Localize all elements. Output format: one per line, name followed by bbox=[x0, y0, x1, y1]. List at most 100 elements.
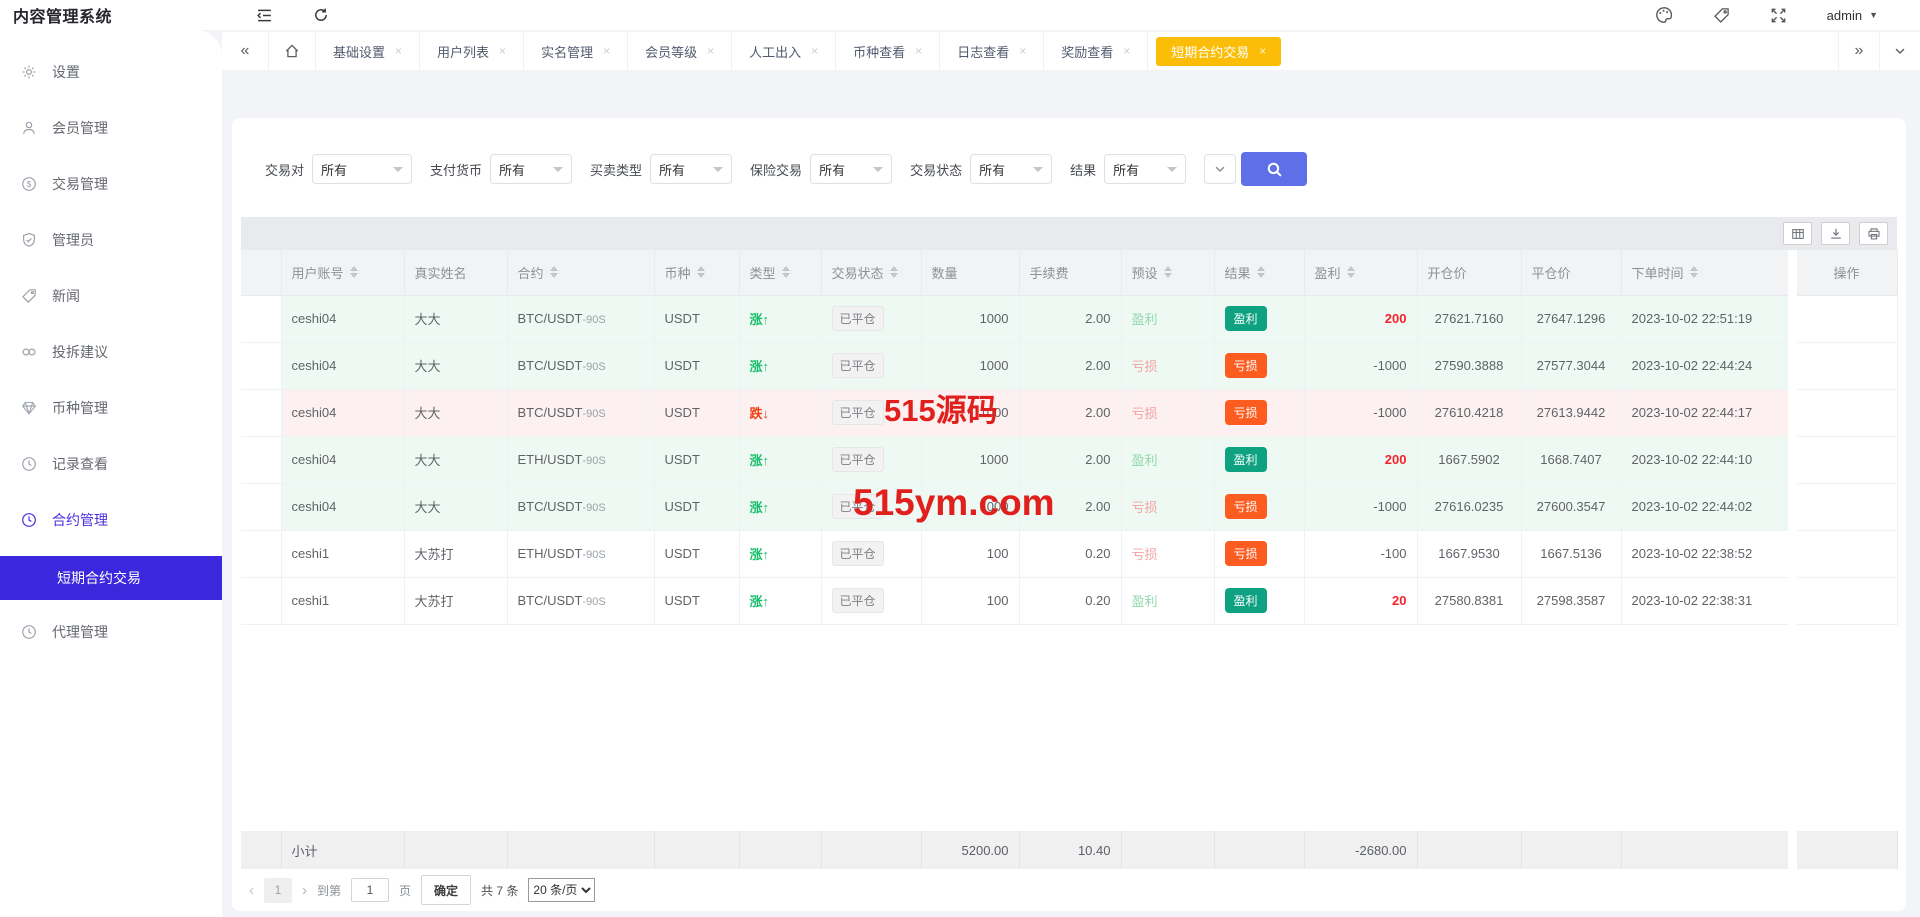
column-header[interactable]: 用户账号 bbox=[281, 250, 404, 295]
fullscreen-icon[interactable] bbox=[1770, 7, 1787, 24]
column-header-label: 预设 bbox=[1132, 263, 1158, 282]
sidebar-item[interactable]: 新闻 bbox=[0, 276, 222, 316]
tabs-collapse-right-button[interactable]: » bbox=[1838, 32, 1879, 70]
home-tab-button[interactable] bbox=[269, 32, 316, 70]
chevron-down-icon bbox=[1213, 162, 1227, 176]
tab-close-icon[interactable]: × bbox=[1123, 44, 1130, 58]
cell-real-name: 大大 bbox=[404, 389, 507, 436]
tab-item[interactable]: 奖励查看× bbox=[1044, 32, 1148, 70]
tab-item[interactable]: 日志查看× bbox=[940, 32, 1044, 70]
column-header[interactable]: 结果 bbox=[1214, 250, 1304, 295]
tab-close-icon[interactable]: × bbox=[499, 44, 506, 58]
column-header[interactable]: 盈利 bbox=[1304, 250, 1417, 295]
filter-select[interactable]: 所有 bbox=[312, 154, 412, 184]
tab-item[interactable]: 实名管理× bbox=[524, 32, 628, 70]
tab-item[interactable]: 基础设置× bbox=[316, 32, 420, 70]
sidebar-item[interactable]: $交易管理 bbox=[0, 164, 222, 204]
next-page-button[interactable]: › bbox=[302, 882, 307, 899]
filter-select[interactable]: 所有 bbox=[650, 154, 732, 184]
sort-icon[interactable] bbox=[1164, 266, 1172, 278]
cell-quantity: 100 bbox=[921, 530, 1019, 577]
sidebar-item[interactable]: 会员管理 bbox=[0, 108, 222, 148]
menu-fold-icon[interactable] bbox=[256, 7, 273, 24]
sort-icon[interactable] bbox=[782, 266, 790, 278]
tab-item[interactable]: 币种查看 × bbox=[836, 32, 940, 70]
tab-item[interactable]: 会员等级 × bbox=[628, 32, 732, 70]
sort-icon[interactable] bbox=[550, 266, 558, 278]
tabs-more-button[interactable] bbox=[1879, 32, 1920, 70]
goto-page-input[interactable] bbox=[351, 878, 389, 902]
filter-select[interactable]: 所有 bbox=[490, 154, 572, 184]
subtotal-cell bbox=[1792, 831, 1897, 869]
tab-close-icon[interactable]: × bbox=[603, 44, 610, 58]
cell-real-name: 大大 bbox=[404, 342, 507, 389]
sort-icon[interactable] bbox=[697, 266, 705, 278]
column-header[interactable]: 下单时间 bbox=[1621, 250, 1792, 295]
subtotal-profit: -2680.00 bbox=[1304, 831, 1417, 869]
sidebar-item[interactable]: 记录查看 bbox=[0, 444, 222, 484]
filter-select[interactable]: 所有 bbox=[810, 154, 892, 184]
refresh-icon[interactable] bbox=[313, 7, 329, 23]
clock-icon bbox=[21, 456, 37, 472]
tab-close-icon[interactable]: × bbox=[1259, 44, 1266, 58]
sort-icon[interactable] bbox=[890, 266, 898, 278]
confirm-button[interactable]: 确定 bbox=[421, 875, 471, 905]
current-page-button[interactable]: 1 bbox=[264, 878, 292, 903]
tab-item[interactable]: 人工出入× bbox=[732, 32, 836, 70]
tab-close-icon[interactable]: × bbox=[707, 44, 714, 58]
status-badge: 已平仓 bbox=[832, 400, 884, 425]
tab-active[interactable]: 短期合约交易 × bbox=[1156, 37, 1281, 66]
sidebar-item-label: 合约管理 bbox=[52, 510, 108, 530]
toolbar-table-button[interactable] bbox=[1783, 222, 1812, 245]
cell-close-price: 27600.3547 bbox=[1521, 483, 1621, 530]
prev-page-button[interactable]: ‹ bbox=[249, 882, 254, 899]
tab-label: 币种查看 bbox=[853, 42, 905, 61]
tab-close-icon[interactable]: × bbox=[1019, 44, 1026, 58]
sort-icon[interactable] bbox=[1347, 266, 1355, 278]
column-header-label: 交易状态 bbox=[832, 263, 884, 282]
sidebar-item[interactable]: 设置 bbox=[0, 52, 222, 92]
column-header-label: 结果 bbox=[1225, 263, 1251, 282]
column-header[interactable]: 合约 bbox=[507, 250, 654, 295]
column-header[interactable]: 币种 bbox=[654, 250, 739, 295]
chevron-down-icon bbox=[873, 167, 883, 172]
cell-account: ceshi04 bbox=[281, 483, 404, 530]
column-header[interactable]: 预设 bbox=[1121, 250, 1214, 295]
page-size-select[interactable]: 20 条/页 bbox=[528, 878, 595, 902]
tab-close-icon[interactable]: × bbox=[811, 44, 818, 58]
sidebar-item[interactable]: 管理员 bbox=[0, 220, 222, 260]
tabs-collapse-left-button[interactable]: « bbox=[222, 32, 269, 70]
filter-expand-button[interactable] bbox=[1204, 154, 1236, 184]
sidebar-item[interactable]: 币种管理 bbox=[0, 388, 222, 428]
sidebar-item[interactable]: 投拆建议 bbox=[0, 332, 222, 372]
sort-icon[interactable] bbox=[350, 266, 358, 278]
sidebar-item[interactable]: 代理管理 bbox=[0, 612, 222, 652]
sidebar-item[interactable]: 合约管理 bbox=[0, 500, 222, 540]
palette-icon[interactable] bbox=[1655, 6, 1673, 24]
cell-status: 已平仓 bbox=[821, 530, 921, 577]
cell-close-price: 27613.9442 bbox=[1521, 389, 1621, 436]
tag-icon[interactable] bbox=[1713, 7, 1730, 24]
status-badge: 已平仓 bbox=[832, 588, 884, 613]
tab-item[interactable]: 用户列表 × bbox=[420, 32, 524, 70]
cell-preset: 亏损 bbox=[1121, 342, 1214, 389]
filter-select[interactable]: 所有 bbox=[1104, 154, 1186, 184]
filter-select[interactable]: 所有 bbox=[970, 154, 1052, 184]
toolbar-download-button[interactable] bbox=[1821, 222, 1850, 245]
user-menu[interactable]: admin ▼ bbox=[1827, 8, 1878, 23]
tab-close-icon[interactable]: × bbox=[915, 44, 922, 58]
toolbar-print-button[interactable] bbox=[1859, 222, 1888, 245]
tab-close-icon[interactable]: × bbox=[395, 44, 402, 58]
tab-label: 用户列表 bbox=[437, 42, 489, 61]
cell-real-name: 大大 bbox=[404, 295, 507, 342]
sort-icon[interactable] bbox=[1690, 266, 1698, 278]
sidebar-subitem-active[interactable]: 短期合约交易 bbox=[0, 556, 222, 600]
column-header[interactable]: 交易状态 bbox=[821, 250, 921, 295]
cell-type: 涨↑ bbox=[739, 530, 821, 577]
tab-label: 会员等级 bbox=[645, 42, 697, 61]
search-button[interactable] bbox=[1241, 152, 1307, 186]
tab-label: 短期合约交易 bbox=[1171, 42, 1249, 61]
sort-icon[interactable] bbox=[1257, 266, 1265, 278]
cell-fee: 0.20 bbox=[1019, 577, 1121, 624]
column-header[interactable]: 类型 bbox=[739, 250, 821, 295]
